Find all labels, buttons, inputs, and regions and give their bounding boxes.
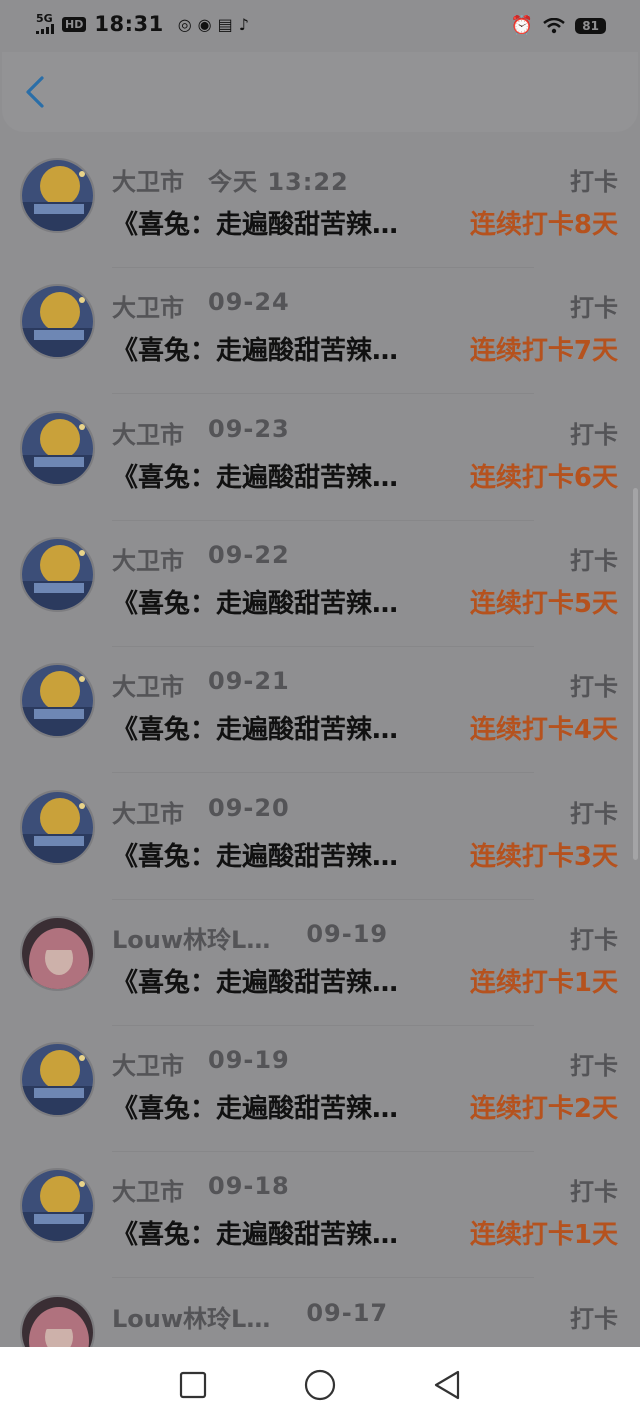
checkin-label: 打卡 <box>570 294 618 323</box>
avatar[interactable] <box>20 1168 95 1244</box>
avatar[interactable] <box>20 536 95 612</box>
hd-badge: HD <box>62 16 87 32</box>
streak-badge: 连续打卡7天 <box>469 336 618 367</box>
list-item[interactable]: Louw林玲L… 09-17 打卡 《长兔了东炮改17… <box>0 1279 640 1347</box>
checkin-date: 09-22 <box>208 540 290 569</box>
book-title[interactable]: 《喜兔：走遍酸甜苦辣… <box>112 836 398 873</box>
username: 大卫市 <box>112 1178 184 1207</box>
item-meta: Louw林玲L… 09-19 <box>112 920 388 955</box>
avatar[interactable] <box>20 789 95 865</box>
battery-icon: 81 <box>575 17 606 34</box>
username: 大卫市 <box>112 546 184 575</box>
list-item[interactable]: Louw林玲L… 09-19 打卡 《喜兔：走遍酸甜苦辣… 连续打卡1天 <box>0 900 640 1026</box>
checkin-date: 今天 13:22 <box>208 168 349 196</box>
back-nav-button[interactable] <box>427 1365 467 1405</box>
list-item[interactable]: 大卫市 09-23 打卡 《喜兔：走遍酸甜苦辣… 连续打卡6天 <box>0 395 640 521</box>
avatar[interactable] <box>20 410 95 486</box>
streak-badge: 连续打卡4天 <box>469 715 618 746</box>
checkin-label: 打卡 <box>570 799 618 828</box>
wechat-icon: ◉ <box>197 14 212 34</box>
username: 大卫市 <box>112 294 184 323</box>
book-title[interactable]: 《喜兔：走遍酸甜苦辣… <box>112 330 398 367</box>
avatar[interactable] <box>20 284 95 360</box>
avatar[interactable] <box>20 1294 95 1347</box>
baidu-icon: ◎ <box>177 14 192 34</box>
streak-badge: 连续打卡6天 <box>469 462 618 493</box>
list-item[interactable]: 大卫市 09-19 打卡 《喜兔：走遍酸甜苦辣… 连续打卡2天 <box>0 1026 640 1153</box>
book-title[interactable]: 《喜兔：走遍酸甜苦辣… <box>112 1214 398 1251</box>
checkin-date: 09-19 <box>208 1046 290 1075</box>
item-meta: 大卫市 09-23 <box>112 415 290 450</box>
book-title[interactable]: 《喜兔：走遍酸甜苦辣… <box>112 709 398 746</box>
item-meta: 大卫市 09-20 <box>112 794 290 829</box>
signal-icon: 5G <box>36 12 54 34</box>
back-arrow-icon[interactable] <box>22 74 52 110</box>
list-item[interactable]: 大卫市 09-20 打卡 《喜兔：走遍酸甜苦辣… 连续打卡3天 <box>0 774 640 900</box>
list-item[interactable]: 大卫市 09-22 打卡 《喜兔：走遍酸甜苦辣… 连续打卡5天 <box>0 521 640 647</box>
streak-badge: 连续打卡5天 <box>469 588 618 619</box>
checkin-date: 09-18 <box>208 1172 290 1201</box>
checkin-list[interactable]: 大卫市 今天 13:22 打卡 《喜兔：走遍酸甜苦辣… 连续打卡8天 大卫市 0… <box>0 142 640 1347</box>
book-title[interactable]: 《喜兔：走遍酸甜苦辣… <box>112 204 398 241</box>
avatar[interactable] <box>20 663 95 739</box>
system-nav-bar <box>0 1347 640 1422</box>
checkin-date: 09-23 <box>208 414 290 443</box>
checkin-label: 打卡 <box>570 1304 618 1333</box>
streak-badge: 连续打卡3天 <box>469 841 618 872</box>
username: 大卫市 <box>112 799 184 828</box>
book-title[interactable]: 《喜兔：走遍酸甜苦辣… <box>112 962 398 999</box>
list-item[interactable]: 大卫市 09-18 打卡 《喜兔：走遍酸甜苦辣… 连续打卡1天 <box>0 1152 640 1279</box>
checkin-date: 09-19 <box>306 919 389 948</box>
username: 大卫市 <box>112 1052 184 1081</box>
streak-badge: 连续打卡2天 <box>469 1094 618 1125</box>
item-meta: 大卫市 09-22 <box>112 541 290 576</box>
avatar[interactable] <box>20 1042 95 1118</box>
checkin-date: 09-17 <box>306 1298 389 1327</box>
checkin-label: 打卡 <box>570 546 618 575</box>
home-button[interactable] <box>300 1365 340 1405</box>
checkin-date: 09-24 <box>208 288 290 317</box>
avatar[interactable] <box>20 158 95 233</box>
list-item[interactable]: 大卫市 今天 13:22 打卡 《喜兔：走遍酸甜苦辣… 连续打卡8天 <box>0 142 640 268</box>
book-title[interactable]: 《喜兔：走遍酸甜苦辣… <box>112 583 398 620</box>
list-item[interactable]: 大卫市 09-21 打卡 《喜兔：走遍酸甜苦辣… 连续打卡4天 <box>0 647 640 774</box>
item-meta: 大卫市 今天 13:22 <box>112 162 349 197</box>
book-title[interactable]: 《喜兔：走遍酸甜苦辣… <box>112 457 398 494</box>
book-icon: ▤ <box>217 14 233 34</box>
tiktok-icon: ♪ <box>238 14 249 34</box>
alarm-icon: ⏰ <box>510 15 534 36</box>
streak-badge: 连续打卡1天 <box>469 967 618 998</box>
avatar[interactable] <box>20 915 95 991</box>
username: 大卫市 <box>112 168 184 196</box>
item-meta: 大卫市 09-19 <box>112 1046 290 1081</box>
checkin-label: 打卡 <box>570 673 618 702</box>
username: Louw林玲L… <box>112 925 271 954</box>
item-meta: 大卫市 09-24 <box>112 288 290 323</box>
item-meta: Louw林玲L… 09-17 <box>112 1299 388 1334</box>
checkin-date: 09-21 <box>208 667 290 696</box>
username: 大卫市 <box>112 420 184 449</box>
checkin-date: 09-20 <box>208 793 290 822</box>
checkin-label: 打卡 <box>570 1178 618 1207</box>
recent-apps-button[interactable] <box>173 1365 213 1405</box>
list-item[interactable]: 大卫市 09-24 打卡 《喜兔：走遍酸甜苦辣… 连续打卡7天 <box>0 268 640 395</box>
checkin-label: 打卡 <box>570 1052 618 1081</box>
checkin-label: 打卡 <box>570 925 618 954</box>
username: 大卫市 <box>112 673 184 702</box>
scrollbar[interactable] <box>633 488 638 860</box>
item-meta: 大卫市 09-21 <box>112 667 290 702</box>
checkin-label: 打卡 <box>570 168 618 196</box>
checkin-label: 打卡 <box>570 420 618 449</box>
book-title[interactable]: 《喜兔：走遍酸甜苦辣… <box>112 1088 398 1125</box>
network-label: 5G <box>36 12 53 25</box>
top-header <box>2 52 638 132</box>
streak-badge: 连续打卡8天 <box>469 210 618 240</box>
wifi-icon <box>543 17 566 33</box>
clock: 18:31 <box>94 12 164 36</box>
status-bar: 5G HD 18:31 ◎ ◉ ▤ ♪ ⏰ 81 <box>0 0 640 52</box>
streak-badge: 连续打卡1天 <box>469 1220 618 1251</box>
item-meta: 大卫市 09-18 <box>112 1172 290 1207</box>
username: Louw林玲L… <box>112 1304 271 1333</box>
